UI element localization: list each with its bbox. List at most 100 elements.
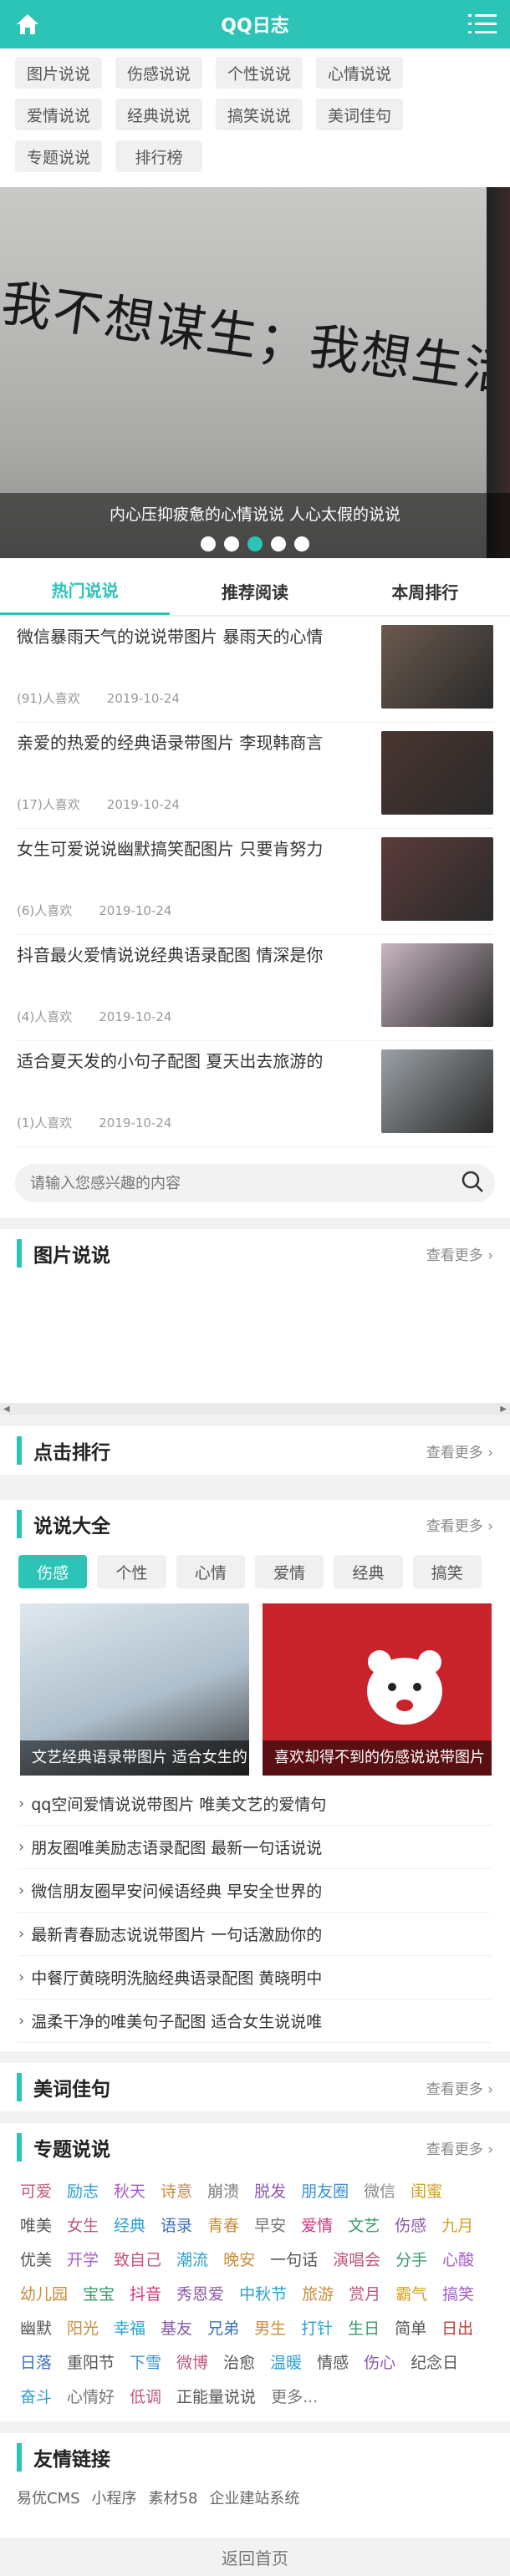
- search-input[interactable]: [30, 1174, 460, 1192]
- article-title[interactable]: 微信暴雨天气的说说带图片 暴雨天的心情: [17, 625, 381, 648]
- topic-tag[interactable]: 情感: [317, 2346, 349, 2380]
- topic-tag[interactable]: 一句话: [270, 2243, 318, 2278]
- slider-dot-active[interactable]: [247, 536, 263, 551]
- article-title[interactable]: 适合夏天发的小句子配图 夏天出去旅游的: [17, 1049, 381, 1073]
- topic-tag[interactable]: 爱情: [301, 2209, 333, 2243]
- topic-tag[interactable]: 脱发: [254, 2175, 286, 2209]
- tab-funny[interactable]: 搞笑: [412, 1555, 482, 1588]
- topic-tag[interactable]: 可爱: [20, 2175, 52, 2209]
- menu-icon[interactable]: [468, 10, 497, 38]
- topic-tag[interactable]: 演唱会: [333, 2243, 380, 2278]
- topic-tag[interactable]: 语录: [161, 2209, 192, 2243]
- topic-tag[interactable]: 优美: [20, 2243, 52, 2278]
- topic-tag[interactable]: 青春: [207, 2209, 239, 2243]
- topic-tag[interactable]: 简单: [395, 2312, 426, 2346]
- topic-tag[interactable]: 旅游: [302, 2278, 334, 2312]
- category-link[interactable]: 搞笑说说: [216, 99, 303, 130]
- tab-mood[interactable]: 心情: [176, 1555, 245, 1588]
- category-link[interactable]: 排行榜: [115, 140, 202, 172]
- topic-tag[interactable]: 致自己: [114, 2243, 161, 2278]
- friend-link[interactable]: 素材58: [149, 2487, 198, 2508]
- topic-tag[interactable]: 秋天: [114, 2175, 145, 2209]
- topic-tag[interactable]: 闺蜜: [411, 2175, 442, 2209]
- friend-link[interactable]: 企业建站系统: [209, 2487, 299, 2508]
- list-item[interactable]: › 朋友圈唯美励志语录配图 最新一句话说说: [18, 1826, 492, 1869]
- tab-weekly[interactable]: 本周排行: [340, 567, 510, 615]
- banner-caption[interactable]: 内心压抑疲惫的心情说说 人心太假的说说: [0, 502, 510, 525]
- topic-tag[interactable]: 正能量说说: [176, 2380, 256, 2415]
- topic-tag[interactable]: 赏月: [349, 2278, 380, 2312]
- topic-tag[interactable]: 阳光: [67, 2312, 99, 2346]
- topic-tag[interactable]: 纪念日: [411, 2346, 458, 2380]
- category-link[interactable]: 美词佳句: [316, 99, 403, 130]
- topic-tag[interactable]: 宝宝: [83, 2278, 115, 2312]
- topic-tag[interactable]: 奋斗: [20, 2380, 52, 2415]
- article-item[interactable]: 抖音最火爱情说说经典语录配图 情深是你 (4)人喜欢 2019-10-24: [17, 935, 493, 1041]
- article-item[interactable]: 微信暴雨天气的说说带图片 暴雨天的心情 (91)人喜欢 2019-10-24: [17, 617, 493, 723]
- category-link[interactable]: 个性说说: [216, 57, 303, 89]
- list-item[interactable]: › 温柔干净的唯美句子配图 适合女生说说唯: [18, 1999, 492, 2043]
- article-thumbnail[interactable]: [381, 837, 493, 921]
- back-home-button[interactable]: 返回首页: [0, 2538, 510, 2576]
- topic-tag[interactable]: 霸气: [395, 2278, 427, 2312]
- topic-tag[interactable]: 生日: [348, 2312, 380, 2346]
- topic-tag[interactable]: 九月: [441, 2209, 473, 2243]
- category-link[interactable]: 专题说说: [15, 140, 102, 172]
- topic-tag[interactable]: 唯美: [20, 2209, 52, 2243]
- image-card[interactable]: 文艺经典语录带图片 适合女生的: [20, 1603, 249, 1776]
- article-title[interactable]: 亲爱的热爱的经典语录带图片 李现韩商言: [17, 731, 381, 755]
- topic-tag[interactable]: 微博: [176, 2346, 208, 2380]
- topic-tag[interactable]: 搞笑: [442, 2278, 474, 2312]
- topic-tag[interactable]: 抖音: [130, 2278, 161, 2312]
- topic-tag[interactable]: 温暖: [270, 2346, 302, 2380]
- topic-tag[interactable]: 基友: [161, 2312, 192, 2346]
- more-link[interactable]: 查看更多 ›: [426, 2137, 493, 2158]
- scroll-left-icon[interactable]: ◀: [3, 1405, 10, 1414]
- topic-tag[interactable]: 分手: [395, 2243, 427, 2278]
- banner-slider[interactable]: 我不想谋生；我想生活。 内心压抑疲惫的心情说说 人心太假的说说: [0, 187, 510, 558]
- topic-tag[interactable]: 晚安: [223, 2243, 255, 2278]
- article-thumbnail[interactable]: [381, 1049, 493, 1133]
- topic-tag[interactable]: 伤心: [364, 2346, 395, 2380]
- slider-dot[interactable]: [294, 536, 309, 551]
- article-title[interactable]: 女生可爱说说幽默搞笑配图片 只要肯努力: [17, 837, 381, 861]
- friend-link[interactable]: 易优CMS: [17, 2487, 80, 2508]
- topic-tag[interactable]: 开学: [67, 2243, 99, 2278]
- home-icon[interactable]: [13, 10, 42, 38]
- slider-dot[interactable]: [224, 536, 239, 551]
- tab-hot[interactable]: 热门说说: [0, 567, 171, 615]
- more-link[interactable]: 查看更多 ›: [426, 1440, 493, 1461]
- topic-tag[interactable]: 朋友圈: [301, 2175, 349, 2209]
- category-link[interactable]: 图片说说: [15, 57, 102, 89]
- article-thumbnail[interactable]: [381, 731, 493, 815]
- list-item[interactable]: › 微信朋友圈早安问候语经典 早安全世界的: [18, 1869, 492, 1913]
- category-link[interactable]: 经典说说: [115, 99, 202, 130]
- horizontal-scrollbar[interactable]: ◀ ▶: [0, 1403, 510, 1415]
- topic-tag[interactable]: 潮流: [176, 2243, 208, 2278]
- topic-tag[interactable]: 女生: [67, 2209, 99, 2243]
- topic-tag[interactable]: 早安: [254, 2209, 286, 2243]
- category-link[interactable]: 爱情说说: [15, 99, 102, 130]
- topic-tag[interactable]: 更多...: [271, 2380, 318, 2415]
- topic-tag[interactable]: 崩溃: [207, 2175, 239, 2209]
- slider-dot[interactable]: [271, 536, 286, 551]
- tab-sad[interactable]: 伤感: [18, 1555, 88, 1588]
- list-item[interactable]: › qq空间爱情说说带图片 唯美文艺的爱情句: [18, 1782, 492, 1826]
- topic-tag[interactable]: 伤感: [395, 2209, 426, 2243]
- topic-tag[interactable]: 低调: [130, 2380, 161, 2415]
- category-link[interactable]: 伤感说说: [115, 57, 202, 89]
- topic-tag[interactable]: 文艺: [348, 2209, 380, 2243]
- search-icon[interactable]: [460, 1169, 485, 1197]
- topic-tag[interactable]: 男生: [254, 2312, 286, 2346]
- topic-tag[interactable]: 日出: [441, 2312, 473, 2346]
- more-link[interactable]: 查看更多 ›: [426, 1514, 493, 1535]
- article-thumbnail[interactable]: [381, 943, 493, 1027]
- article-item[interactable]: 亲爱的热爱的经典语录带图片 李现韩商言 (17)人喜欢 2019-10-24: [17, 723, 493, 829]
- topic-tag[interactable]: 打针: [301, 2312, 333, 2346]
- topic-tag[interactable]: 兄弟: [207, 2312, 239, 2346]
- scroll-right-icon[interactable]: ▶: [500, 1405, 507, 1414]
- tab-classic[interactable]: 经典: [334, 1555, 403, 1588]
- tab-personality[interactable]: 个性: [97, 1555, 166, 1588]
- article-item[interactable]: 适合夏天发的小句子配图 夏天出去旅游的 (1)人喜欢 2019-10-24: [17, 1041, 493, 1147]
- more-link[interactable]: 查看更多 ›: [426, 2077, 493, 2098]
